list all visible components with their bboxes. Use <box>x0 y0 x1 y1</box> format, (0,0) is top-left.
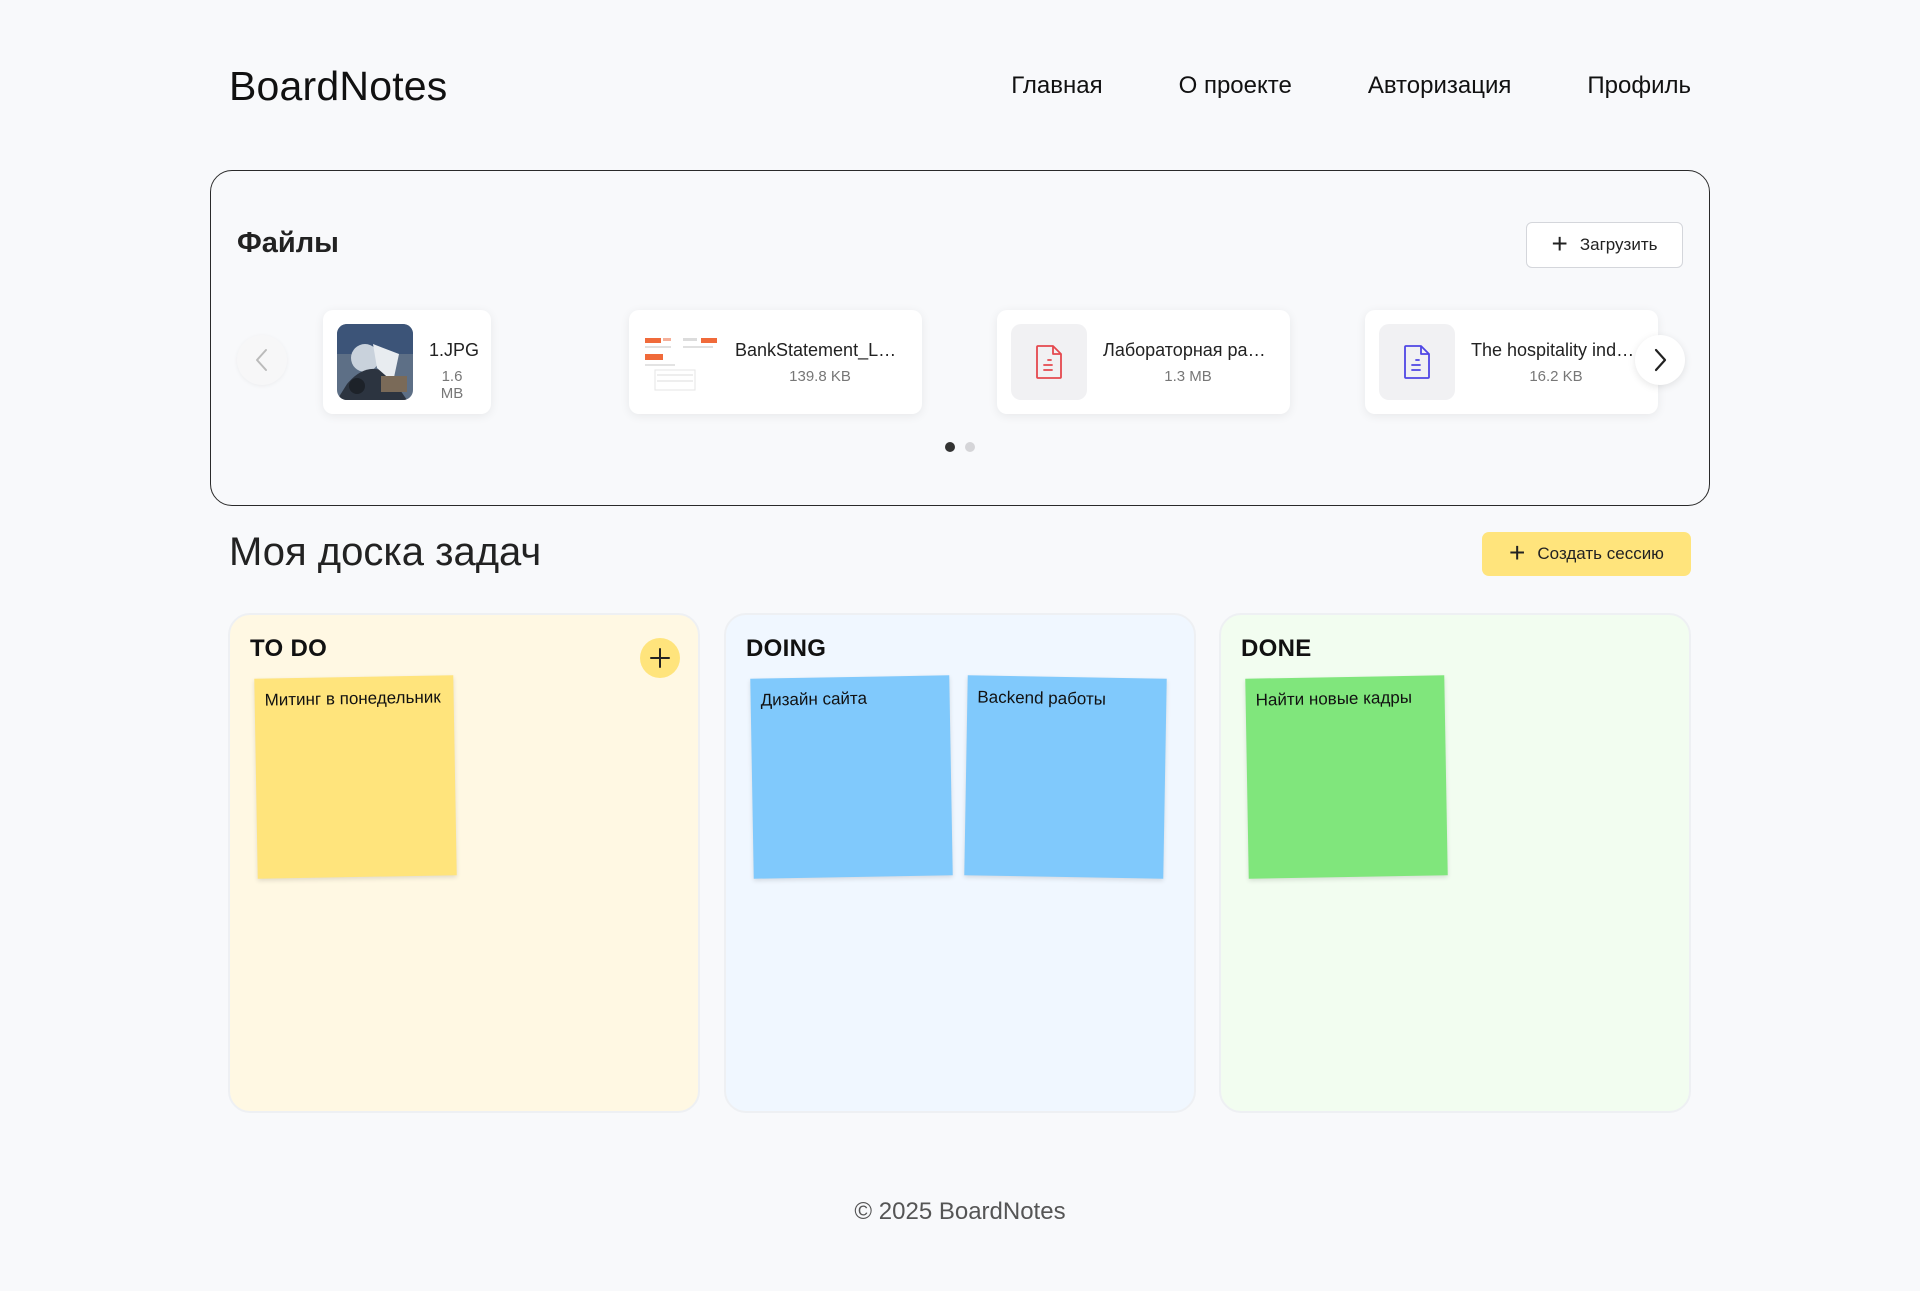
pagination-dot-2[interactable] <box>965 442 975 452</box>
plus-icon: + <box>1551 227 1568 259</box>
file-size: 139.8 KB <box>789 368 851 385</box>
files-title: Файлы <box>237 227 339 259</box>
sticky-note[interactable]: Дизайн сайта <box>750 675 953 879</box>
file-name: The hospitality indu… <box>1471 340 1635 360</box>
add-card-button[interactable] <box>640 638 680 678</box>
board-title: Моя доска задач <box>229 530 542 574</box>
file-size: 16.2 KB <box>1529 368 1583 385</box>
files-panel: Файлы + Загрузить 1.JPG 1.6 MB BankState… <box>210 170 1710 506</box>
footer: © 2025 BoardNotes <box>854 1198 1066 1225</box>
carousel-next-button[interactable] <box>1635 335 1685 385</box>
file-card[interactable]: 1.JPG 1.6 MB <box>323 310 491 414</box>
create-session-button[interactable]: + Создать сессию <box>1482 532 1691 576</box>
file-thumbnail-doc <box>1379 324 1455 400</box>
nav-link-home[interactable]: Главная <box>1011 72 1102 100</box>
file-card[interactable]: The hospitality indu… 16.2 KB <box>1365 310 1658 414</box>
chevron-right-icon <box>1654 348 1667 372</box>
sticky-note[interactable]: Митинг в понедельник <box>254 675 457 879</box>
column-title: TO DO <box>250 635 328 662</box>
main-nav: Главная О проекте Авторизация Профиль <box>1011 72 1691 100</box>
file-thumbnail-pdf <box>1011 324 1087 400</box>
carousel-prev-button[interactable] <box>237 335 287 385</box>
header: BoardNotes Главная О проекте Авторизация… <box>229 56 1691 116</box>
file-name: BankStatement_La… <box>735 340 905 360</box>
pagination-dot-1[interactable] <box>945 442 955 452</box>
file-thumbnail-statement <box>643 324 719 400</box>
nav-link-profile[interactable]: Профиль <box>1587 72 1691 100</box>
file-name: Лабораторная раб… <box>1103 340 1273 360</box>
file-card[interactable]: Лабораторная раб… 1.3 MB <box>997 310 1290 414</box>
upload-button[interactable]: + Загрузить <box>1526 222 1683 268</box>
sticky-note[interactable]: Найти новые кадры <box>1245 675 1448 879</box>
column-doing: DOING Дизайн сайта Backend работы <box>724 613 1196 1113</box>
chevron-left-icon <box>256 349 267 371</box>
nav-link-auth[interactable]: Авторизация <box>1368 72 1512 100</box>
file-name: 1.JPG <box>429 340 480 360</box>
column-title: DOING <box>746 635 827 662</box>
file-size: 1.6 MB <box>440 368 464 402</box>
upload-button-label: Загрузить <box>1579 235 1658 254</box>
file-thumbnail-image <box>337 324 413 400</box>
carousel-pagination <box>945 442 975 452</box>
logo[interactable]: BoardNotes <box>229 63 448 110</box>
file-card[interactable]: BankStatement_La… 139.8 KB <box>629 310 922 414</box>
column-todo: TO DO Митинг в понедельник <box>228 613 700 1113</box>
create-session-label: Создать сессию <box>1537 544 1664 563</box>
nav-link-about[interactable]: О проекте <box>1179 72 1292 100</box>
pdf-file-icon <box>1036 345 1062 379</box>
file-size: 1.3 MB <box>1164 368 1212 385</box>
plus-icon: + <box>1509 536 1526 568</box>
column-title: DONE <box>1241 635 1312 662</box>
plus-icon <box>650 648 670 668</box>
sticky-note[interactable]: Backend работы <box>964 675 1167 879</box>
doc-file-icon <box>1404 345 1430 379</box>
column-done: DONE Найти новые кадры <box>1219 613 1691 1113</box>
